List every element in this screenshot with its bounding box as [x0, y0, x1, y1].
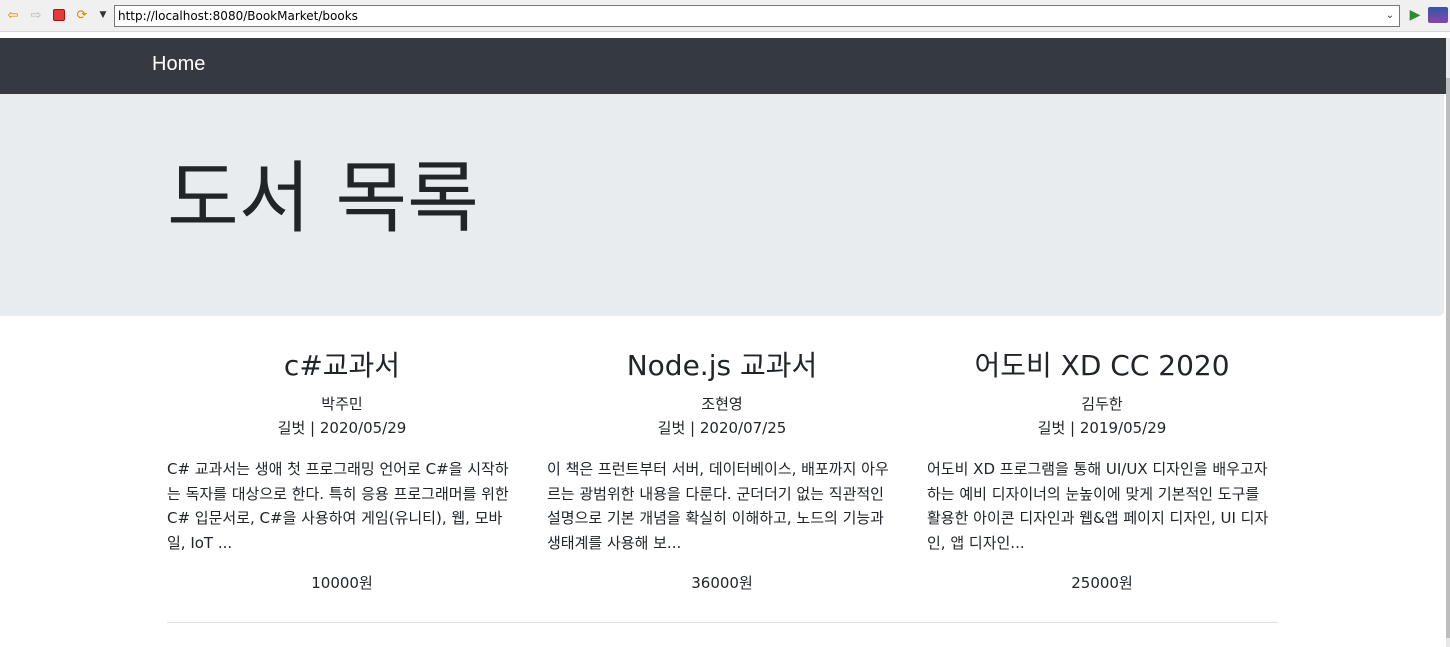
book-publisher-date: 길벗 | 2019/05/29 [1037, 419, 1167, 437]
book-publisher-date: 길벗 | 2020/07/25 [657, 419, 787, 437]
book-title: c#교과서 [283, 349, 401, 382]
book-card: c#교과서 박주민 길벗 | 2020/05/29 C# 교과서는 생애 첫 프… [167, 340, 517, 595]
book-author: 조현영 [701, 395, 743, 413]
book-author: 박주민 [321, 395, 363, 413]
book-description: 어도비 XD 프로그램을 통해 UI/UX 디자인을 배우고자 하는 예비 디자… [927, 460, 1269, 552]
jumbotron: 도서 목록 [0, 94, 1444, 316]
chevron-down-icon[interactable]: ⌄ [1383, 6, 1397, 26]
address-bar[interactable]: http://localhost:8080/BookMarket/books ⌄ [114, 5, 1400, 27]
navbar: Home [0, 38, 1446, 94]
book-description: 이 책은 프런트부터 서버, 데이터베이스, 배포까지 아우르는 광범위한 내용… [547, 460, 889, 552]
dropdown-arrow-icon[interactable]: ▼ [94, 6, 112, 24]
book-description: C# 교과서는 생애 첫 프로그래밍 언어로 C#을 시작하는 독자를 대상으로… [167, 460, 509, 552]
page-title: 도서 목록 [167, 154, 479, 244]
go-icon[interactable]: ▶ [1406, 6, 1424, 24]
address-bar-url: http://localhost:8080/BookMarket/books [118, 9, 358, 23]
forward-arrow-icon[interactable]: ⇨ [27, 6, 45, 24]
book-card: Node.js 교과서 조현영 길벗 | 2020/07/25 이 책은 프런트… [547, 340, 897, 595]
book-title: Node.js 교과서 [626, 349, 818, 382]
book-author: 김두한 [1081, 395, 1123, 413]
vertical-scrollbar[interactable] [1446, 38, 1450, 647]
scrollbar-thumb[interactable] [1446, 78, 1450, 638]
book-card: 어도비 XD CC 2020 김두한 길벗 | 2019/05/29 어도비 X… [927, 340, 1277, 595]
book-price: 25000원 [1071, 574, 1133, 592]
home-link[interactable]: Home [152, 53, 205, 76]
refresh-icon[interactable]: ⟳ [73, 6, 91, 24]
browser-toolbar: ⇦ ⇨ ⟳ ▼ http://localhost:8080/BookMarket… [0, 0, 1450, 32]
book-price: 10000원 [311, 574, 373, 592]
book-price: 36000원 [691, 574, 753, 592]
browser-logo-icon [1428, 7, 1448, 23]
stop-icon[interactable] [50, 6, 68, 24]
divider [167, 622, 1278, 623]
back-arrow-icon[interactable]: ⇦ [4, 6, 22, 24]
book-title: 어도비 XD CC 2020 [974, 349, 1230, 382]
book-publisher-date: 길벗 | 2020/05/29 [277, 419, 407, 437]
